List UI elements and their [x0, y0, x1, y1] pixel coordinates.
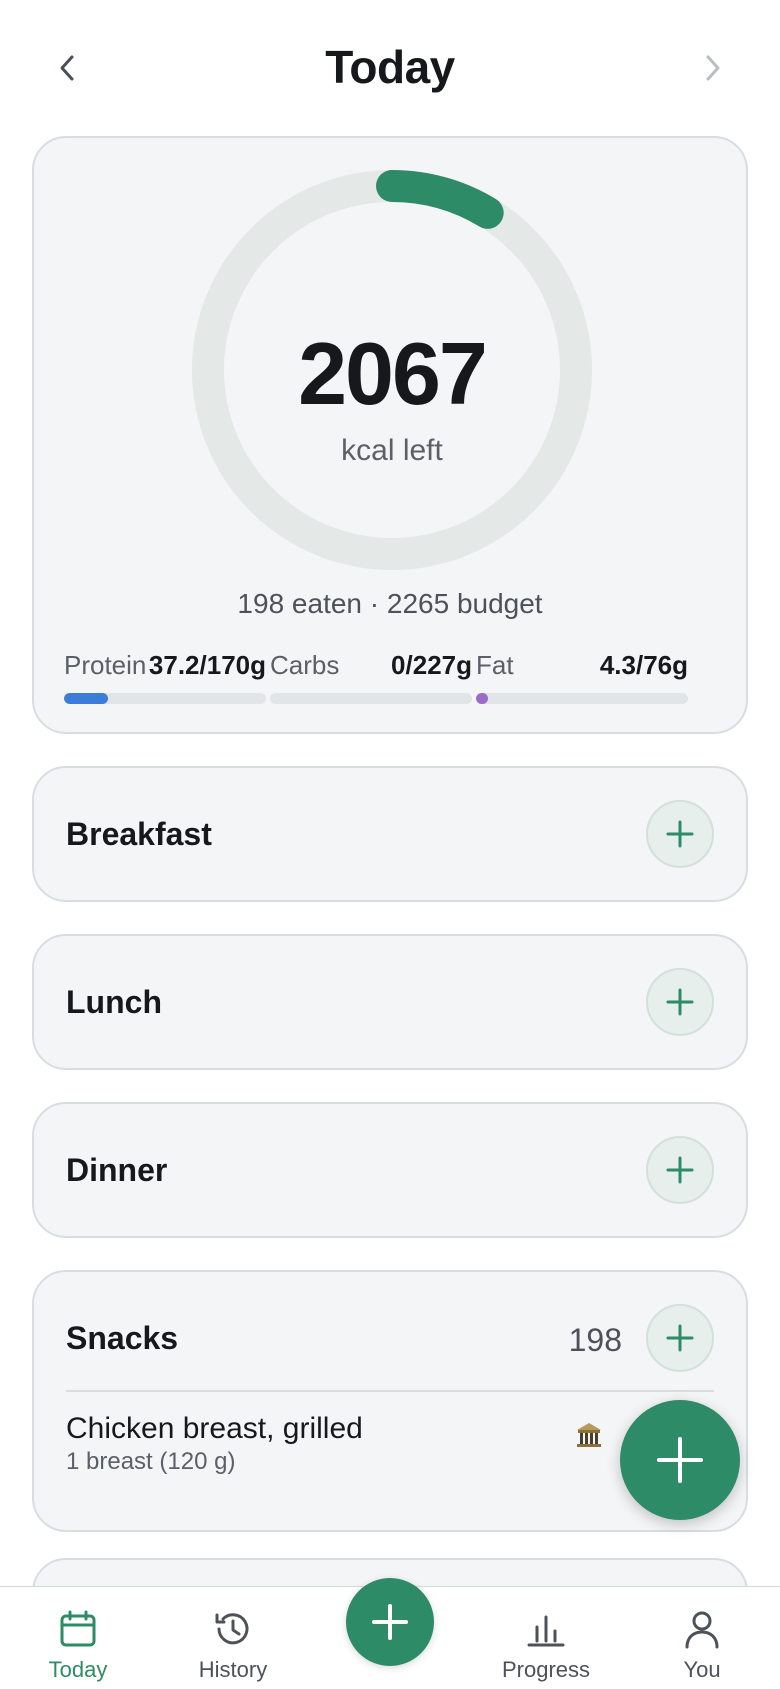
- macro-fill: [64, 693, 109, 704]
- add-dinner-button[interactable]: [646, 1136, 714, 1204]
- macro-name: Protein: [64, 650, 147, 680]
- add-breakfast-button[interactable]: [646, 800, 714, 868]
- meal-title: Lunch: [66, 984, 162, 1020]
- tab-history[interactable]: History: [168, 1607, 298, 1683]
- meal-card-dinner: Dinner: [32, 1102, 748, 1238]
- plus-icon: [666, 1324, 694, 1352]
- calendar-icon: [60, 1610, 96, 1647]
- plus-icon: [666, 988, 694, 1016]
- macro-bar: [270, 693, 472, 704]
- macro-name: Carbs: [270, 650, 340, 680]
- next-day-button[interactable]: [688, 44, 736, 92]
- macro-fat: Fat 4.3/76g: [476, 650, 688, 704]
- macro-bar: [476, 693, 688, 704]
- macro-bar: [64, 693, 266, 704]
- meal-title: Breakfast: [66, 816, 212, 852]
- food-serving: 1 breast (120 g): [66, 1448, 236, 1475]
- macro-fill: [476, 693, 489, 704]
- meal-title: Dinner: [66, 1152, 168, 1188]
- calorie-summary-card: 2067 kcal left 198 eaten · 2265 budget P…: [32, 136, 748, 734]
- tab-label: You: [683, 1657, 721, 1682]
- macro-name: Fat: [476, 650, 514, 680]
- tab-label: Progress: [501, 1657, 591, 1682]
- kcal-left-label: kcal left: [341, 434, 443, 467]
- meal-kcal-total: 198: [568, 1322, 622, 1358]
- divider: [66, 1390, 714, 1392]
- plus-icon: [666, 820, 694, 848]
- center-add-button[interactable]: [346, 1578, 434, 1666]
- meal-card-breakfast: Breakfast: [32, 766, 748, 902]
- meal-title: Snacks: [66, 1320, 179, 1356]
- chevron-right-icon: [706, 55, 720, 81]
- tab-progress[interactable]: Progress: [481, 1607, 611, 1683]
- quick-add-fab[interactable]: [620, 1400, 740, 1520]
- person-icon: [685, 1611, 719, 1649]
- macro-protein: Protein 37.2/170g: [64, 650, 266, 704]
- plus-icon: [372, 1604, 408, 1640]
- macro-value: 0/227g: [391, 650, 472, 680]
- tab-label: History: [198, 1657, 268, 1682]
- add-lunch-button[interactable]: [646, 968, 714, 1036]
- history-icon: [215, 1613, 249, 1645]
- bank-icon: [577, 1423, 601, 1447]
- add-snack-button[interactable]: [646, 1304, 714, 1372]
- tab-you[interactable]: You: [637, 1607, 767, 1683]
- header: Today: [0, 0, 780, 136]
- plus-icon: [657, 1437, 703, 1483]
- kcal-left-value: 2067: [298, 324, 488, 423]
- page-title: Today: [325, 41, 455, 93]
- macro-value: 4.3/76g: [599, 650, 688, 680]
- macro-value: 37.2/170g: [148, 650, 266, 680]
- tab-label: Today: [48, 1657, 108, 1682]
- macro-carbs: Carbs 0/227g: [270, 650, 472, 704]
- plus-icon: [666, 1156, 694, 1184]
- tab-today[interactable]: Today: [13, 1607, 143, 1683]
- meal-card-lunch: Lunch: [32, 934, 748, 1070]
- ring-center: 2067 kcal left: [190, 168, 594, 572]
- eaten-budget-line: 198 eaten · 2265 budget: [237, 588, 543, 619]
- food-name: Chicken breast, grilled: [66, 1412, 363, 1445]
- bar-chart-icon: [527, 1615, 565, 1647]
